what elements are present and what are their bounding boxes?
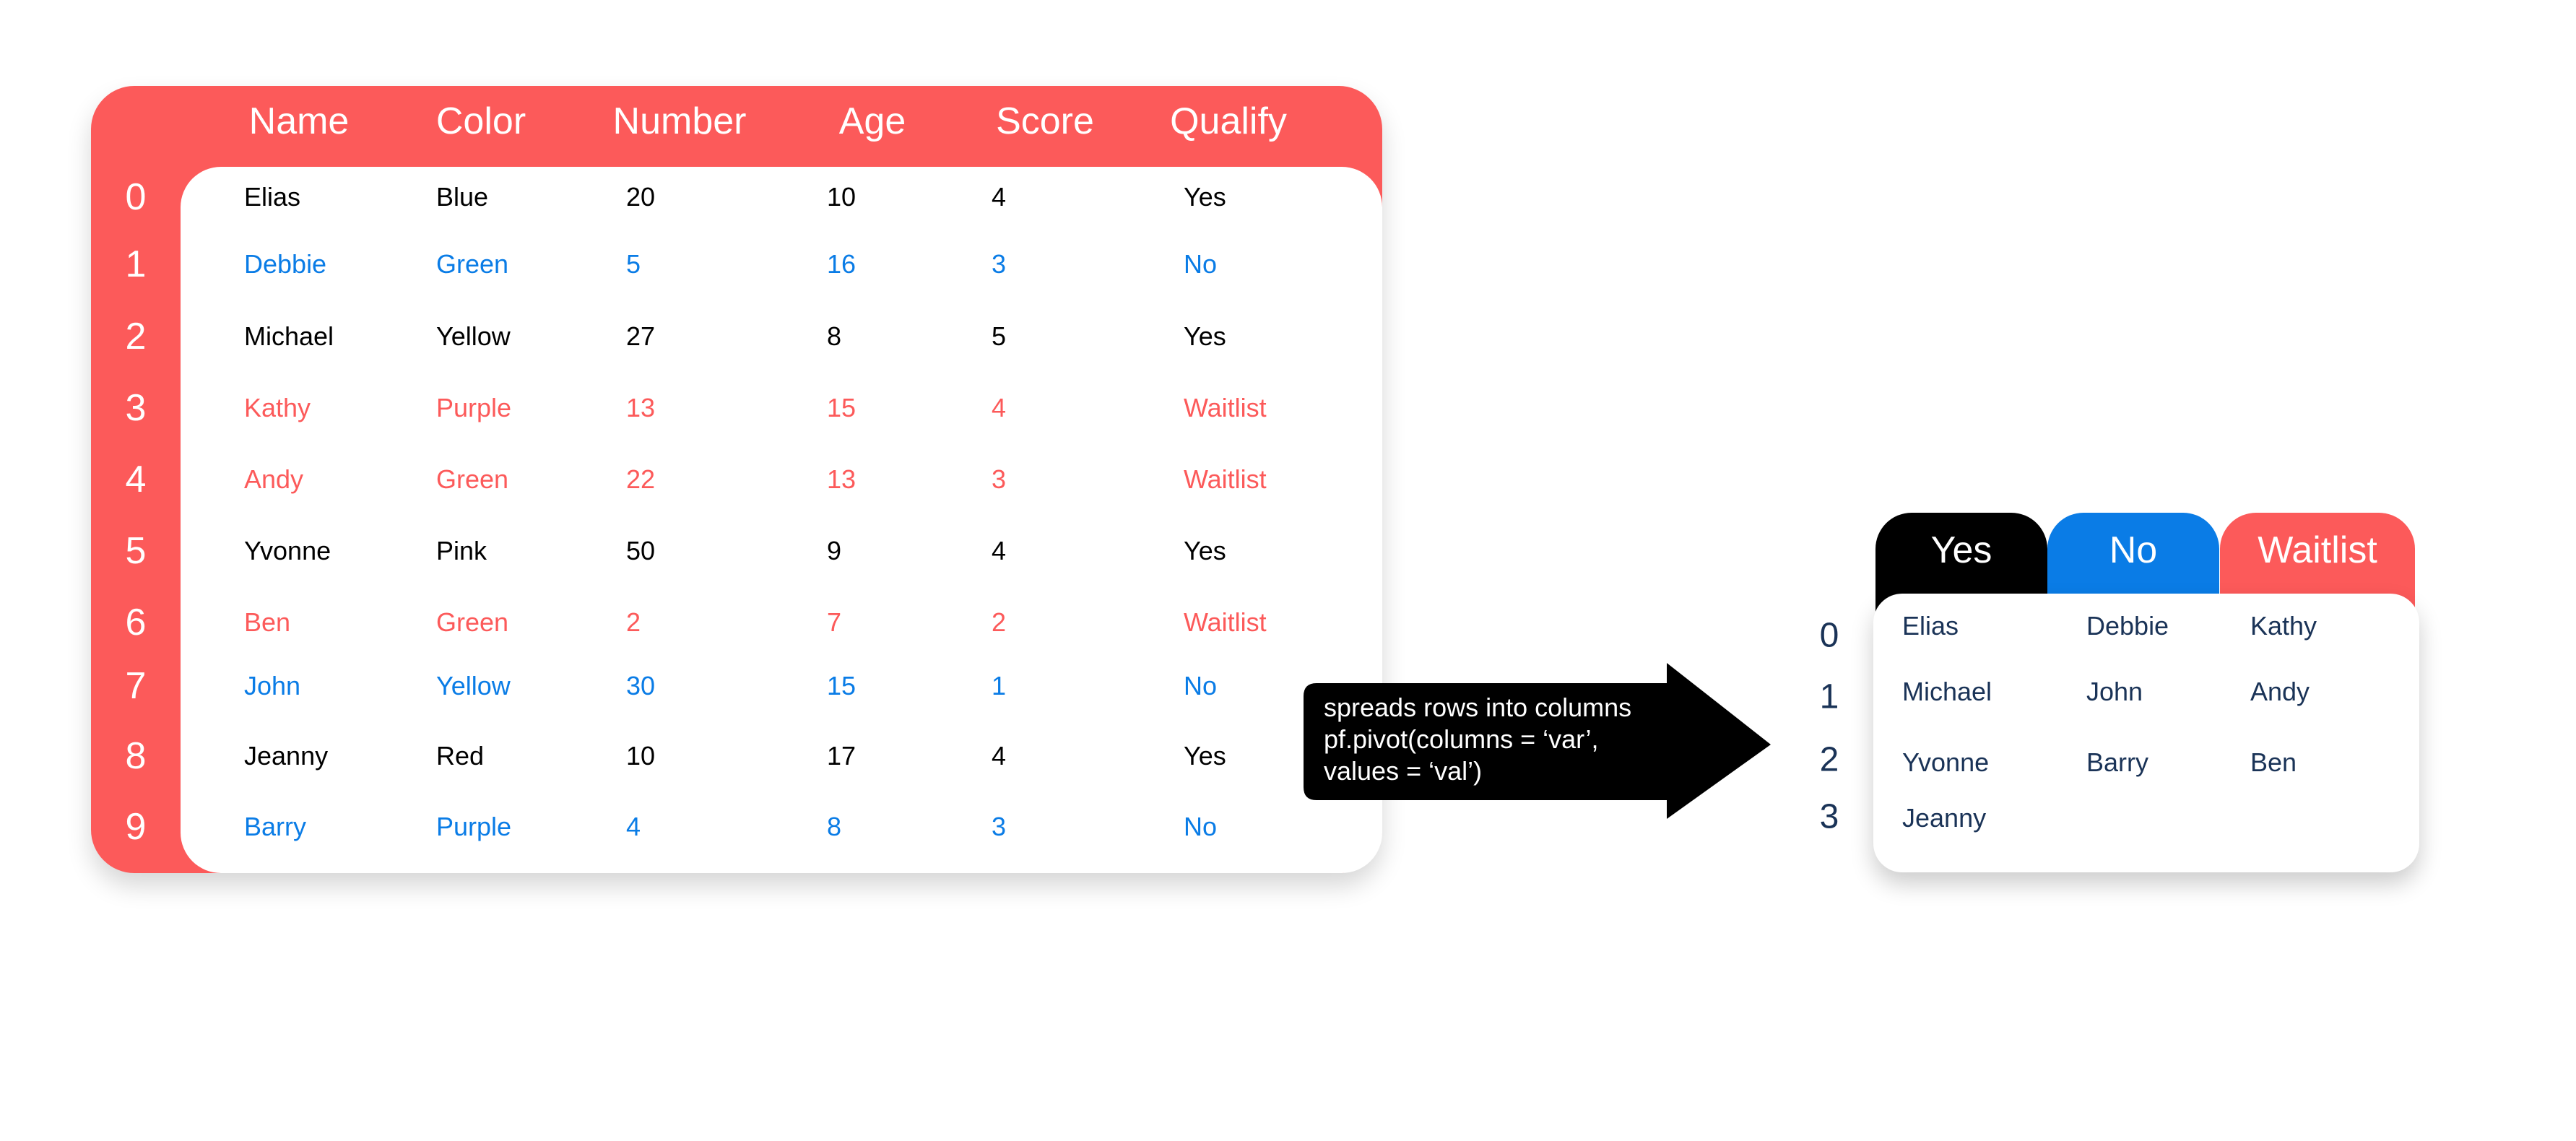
source-cell-color: Green bbox=[436, 464, 509, 494]
source-cell-age: 8 bbox=[827, 812, 842, 841]
source-cell-score: 4 bbox=[992, 393, 1007, 422]
source-cell-age: 7 bbox=[827, 607, 842, 637]
source-cell-qualify: No bbox=[1184, 812, 1218, 841]
source-cell-age: 15 bbox=[827, 671, 857, 700]
arrow-caption: spreads rows into columns pf.pivot(colum… bbox=[1324, 692, 1631, 787]
pivot-cell-no: Debbie bbox=[2086, 611, 2169, 641]
source-cell-color: Purple bbox=[436, 812, 512, 841]
source-cell-qualify: Yes bbox=[1184, 741, 1226, 771]
pivot-cell-waitlist: Ben bbox=[2250, 747, 2297, 777]
source-cell-color: Yellow bbox=[436, 321, 511, 351]
pivot-row-index: 3 bbox=[1819, 797, 1839, 836]
pivot-column-header-label: No bbox=[2109, 529, 2158, 571]
source-cell-number: 22 bbox=[626, 464, 656, 494]
source-cell-score: 2 bbox=[992, 607, 1007, 637]
source-cell-color: Red bbox=[436, 741, 485, 771]
source-column-header-qualify: Qualify bbox=[1170, 100, 1287, 142]
pivot-row-index: 0 bbox=[1819, 616, 1839, 655]
pivot-cell-no: John bbox=[2086, 677, 2143, 706]
source-row-index: 2 bbox=[125, 316, 147, 357]
arrow-caption-line: spreads rows into columns bbox=[1324, 693, 1632, 722]
source-cell-age: 17 bbox=[827, 741, 857, 771]
source-cell-score: 3 bbox=[992, 249, 1007, 279]
source-cell-name: Michael bbox=[244, 321, 334, 351]
source-cell-color: Green bbox=[436, 607, 509, 637]
source-row-index: 1 bbox=[125, 243, 147, 285]
source-cell-name: Jeanny bbox=[244, 741, 329, 771]
source-cell-age: 8 bbox=[827, 321, 842, 351]
source-cell-age: 9 bbox=[827, 536, 842, 565]
pivot-cell-waitlist: Andy bbox=[2250, 677, 2310, 706]
source-row-index: 7 bbox=[125, 665, 147, 707]
source-cell-age: 16 bbox=[827, 249, 857, 279]
source-cell-age: 15 bbox=[827, 393, 857, 422]
source-cell-qualify: Yes bbox=[1184, 182, 1226, 212]
source-cell-number: 50 bbox=[626, 536, 656, 565]
source-column-header-name: Name bbox=[248, 100, 350, 142]
source-cell-qualify: Waitlist bbox=[1184, 607, 1267, 637]
source-row-index: 0 bbox=[125, 176, 147, 218]
source-row-index: 8 bbox=[125, 735, 147, 777]
source-cell-score: 4 bbox=[992, 536, 1007, 565]
pivot-cell-yes: Michael bbox=[1902, 677, 1992, 706]
pivot-column-header-label: Waitlist bbox=[2258, 529, 2377, 571]
source-cell-name: Andy bbox=[244, 464, 304, 494]
source-column-header-age: Age bbox=[838, 100, 906, 142]
source-cell-age: 13 bbox=[827, 464, 857, 494]
pivot-cell-waitlist: Kathy bbox=[2250, 611, 2317, 641]
source-cell-number: 30 bbox=[626, 671, 656, 700]
source-cell-name: Debbie bbox=[244, 249, 327, 279]
source-cell-number: 27 bbox=[626, 321, 656, 351]
source-cell-score: 4 bbox=[992, 182, 1007, 212]
source-row-index: 6 bbox=[125, 602, 147, 643]
source-cell-color: Blue bbox=[436, 182, 489, 212]
source-row-index: 4 bbox=[125, 459, 147, 500]
source-cell-name: Barry bbox=[244, 812, 307, 841]
source-cell-color: Yellow bbox=[436, 671, 511, 700]
source-cell-qualify: No bbox=[1184, 671, 1218, 700]
pivot-cell-no: Barry bbox=[2086, 747, 2149, 777]
source-cell-number: 13 bbox=[626, 393, 656, 422]
source-cell-color: Purple bbox=[436, 393, 512, 422]
source-column-header-color: Color bbox=[435, 100, 526, 142]
source-row-index: 5 bbox=[125, 530, 147, 572]
pivot-cell-yes: Jeanny bbox=[1902, 803, 1987, 833]
source-cell-number: 20 bbox=[626, 182, 656, 212]
source-cell-score: 3 bbox=[992, 812, 1007, 841]
source-cell-score: 3 bbox=[992, 464, 1007, 494]
source-cell-qualify: No bbox=[1184, 249, 1218, 279]
source-cell-qualify: Yes bbox=[1184, 321, 1226, 351]
pivot-cell-yes: Elias bbox=[1902, 611, 1959, 641]
source-cell-name: Kathy bbox=[244, 393, 311, 422]
source-row-index: 9 bbox=[125, 806, 147, 848]
source-row-index: 3 bbox=[125, 387, 147, 429]
source-cell-score: 5 bbox=[992, 321, 1007, 351]
source-cell-age: 10 bbox=[827, 182, 857, 212]
source-cell-qualify: Waitlist bbox=[1184, 464, 1267, 494]
source-cell-number: 2 bbox=[626, 607, 641, 637]
source-cell-name: Yvonne bbox=[244, 536, 331, 565]
pivot-column-header-label: Yes bbox=[1930, 529, 1992, 571]
source-cell-score: 4 bbox=[992, 741, 1007, 771]
source-cell-name: Ben bbox=[244, 607, 291, 637]
pivot-row-index: 1 bbox=[1819, 677, 1839, 716]
source-cell-qualify: Yes bbox=[1184, 536, 1226, 565]
source-column-header-number: Number bbox=[612, 100, 747, 142]
source-cell-number: 10 bbox=[626, 741, 656, 771]
source-cell-number: 4 bbox=[626, 812, 641, 841]
arrow-caption-line: pf.pivot(columns = ‘var’, bbox=[1324, 724, 1599, 754]
source-column-header-score: Score bbox=[996, 100, 1094, 142]
source-cell-number: 5 bbox=[626, 249, 641, 279]
source-cell-color: Green bbox=[436, 249, 509, 279]
pivot-row-index: 2 bbox=[1819, 740, 1839, 779]
pivot-cell-yes: Yvonne bbox=[1902, 747, 1990, 777]
source-cell-qualify: Waitlist bbox=[1184, 393, 1267, 422]
source-cell-score: 1 bbox=[992, 671, 1007, 700]
source-cell-name: Elias bbox=[244, 182, 301, 212]
source-cell-color: Pink bbox=[436, 536, 487, 565]
source-cell-name: John bbox=[244, 671, 301, 700]
arrow-caption-line: values = ‘val’) bbox=[1324, 756, 1483, 786]
